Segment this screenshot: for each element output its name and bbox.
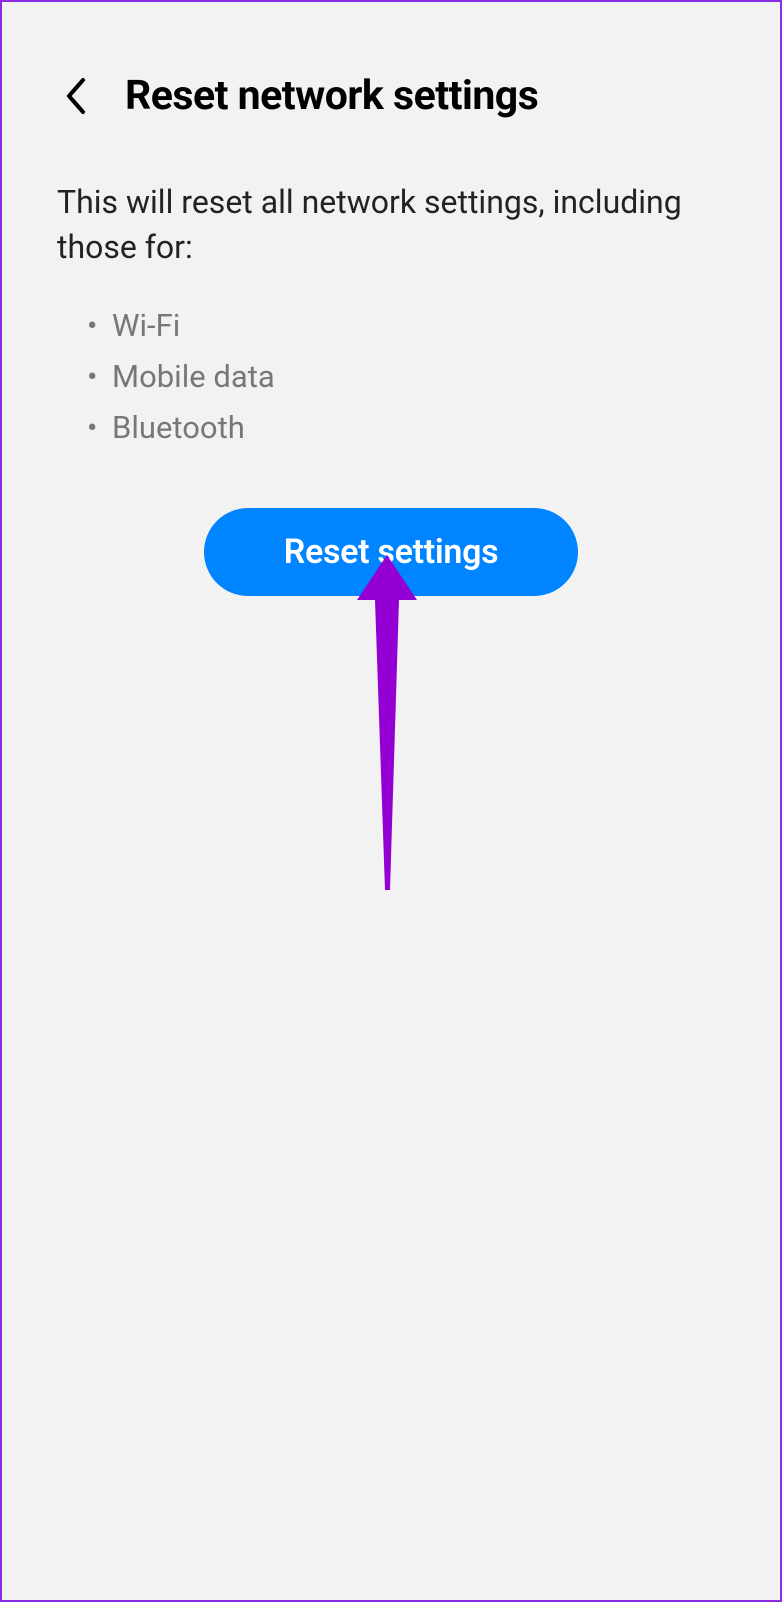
- list-item: Bluetooth: [92, 402, 725, 453]
- description-text: This will reset all network settings, in…: [2, 150, 780, 270]
- back-icon[interactable]: [57, 78, 93, 114]
- reset-settings-button[interactable]: Reset settings: [204, 508, 579, 596]
- annotation-arrow-icon: [347, 550, 427, 900]
- page-title: Reset network settings: [125, 72, 538, 120]
- list-item: Wi-Fi: [92, 300, 725, 351]
- list-item: Mobile data: [92, 351, 725, 402]
- reset-items-list: Wi-Fi Mobile data Bluetooth: [2, 270, 780, 453]
